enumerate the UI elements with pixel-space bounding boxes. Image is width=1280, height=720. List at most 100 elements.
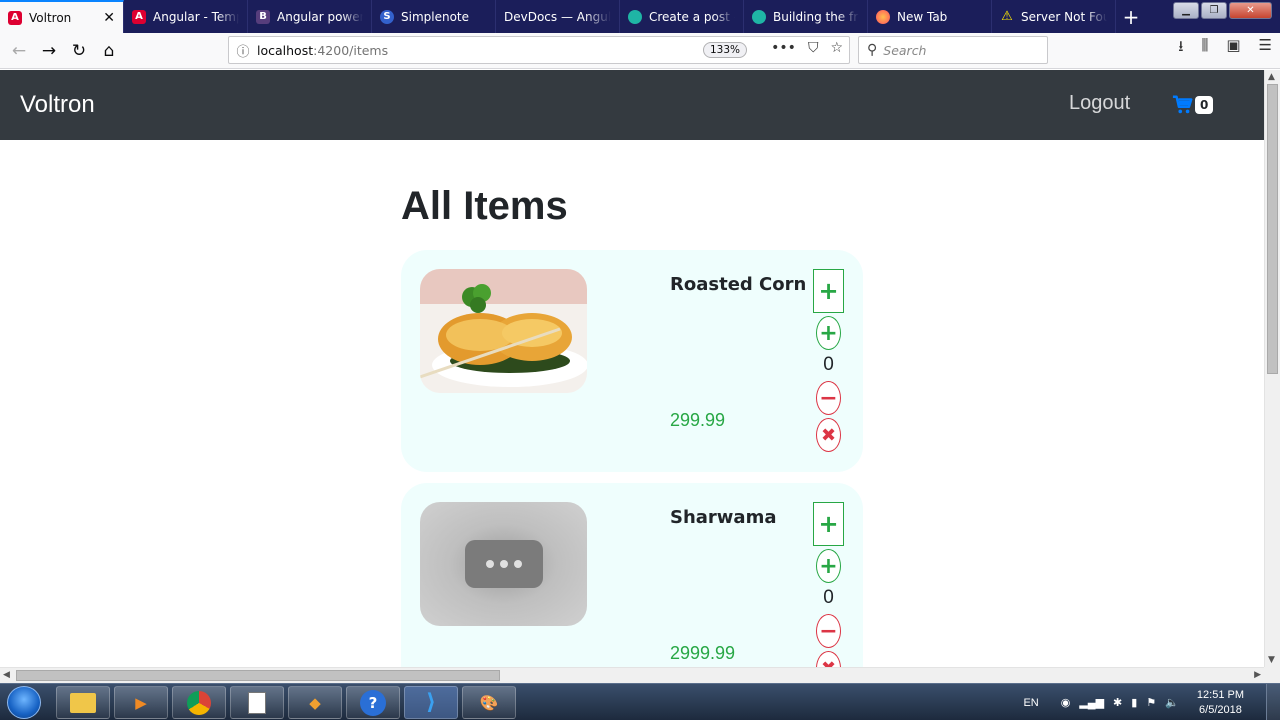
flag-icon[interactable]: ⚑ [1146,696,1156,709]
bookmark-star-icon[interactable]: ☆ [830,40,843,56]
tab-devdocs[interactable]: DevDocs — Angular [496,0,620,33]
git-taskbar-icon[interactable]: ◆ [288,686,342,719]
angular-icon: A [132,9,146,24]
brand-link[interactable]: Voltron [20,91,95,119]
horizontal-scroll-thumb[interactable] [16,670,500,681]
item-quantity: 0 [823,354,834,375]
start-button[interactable] [7,686,41,719]
scroll-down-arrow-icon[interactable]: ▼ [1268,655,1275,665]
decrement-button[interactable]: − [816,381,841,415]
tab-new-tab[interactable]: New Tab [868,0,992,33]
browser-tab-strip: A Voltron ✕ A Angular - Templ B Angular … [0,0,1280,33]
remove-item-button[interactable]: ✖ [816,418,841,452]
power-icon[interactable]: ▮ [1131,696,1137,709]
increment-button[interactable]: + [816,316,841,350]
system-tray: EN ◉ ▂▄▆ ✱ ▮ ⚑ 🔈 12:51 PM 6/5/2018 [1023,684,1280,720]
close-tab-icon[interactable]: ✕ [103,10,115,26]
paint-taskbar-icon[interactable]: 🎨 [462,686,516,719]
browser-navigation-bar: ← → ↻ ⌂ ⓘ localhost:4200/items 133% ••• … [0,33,1280,69]
scroll-right-arrow-icon[interactable]: ▶ [1254,670,1261,680]
tab-voltron[interactable]: A Voltron ✕ [0,0,124,33]
show-desktop-button[interactable] [1266,684,1280,720]
scroll-left-arrow-icon[interactable]: ◀ [3,670,10,680]
help-taskbar-icon[interactable]: ? [346,686,400,719]
item-quantity: 0 [823,587,834,608]
bluetooth-icon[interactable]: ✱ [1113,696,1122,709]
tab-angular-powered[interactable]: B Angular powerec [248,0,372,33]
media-player-taskbar-icon[interactable]: ▶ [114,686,168,719]
downloads-icon[interactable]: ⭳ [1178,36,1183,61]
item-title: Sharwama [670,507,777,528]
ghost-icon [628,9,642,24]
tab-create-post[interactable]: Create a post — [620,0,744,33]
vscode-taskbar-icon[interactable]: ⟩ [404,686,458,719]
tab-simplenote[interactable]: S Simplenote [372,0,496,33]
add-to-cart-button[interactable]: + [813,502,844,546]
item-image-roasted-corn [420,269,587,393]
maximize-button[interactable]: ❐ [1201,2,1227,19]
language-indicator[interactable]: EN [1023,697,1038,709]
url-path: :4200/items [313,42,389,58]
cart-icon [1172,95,1193,114]
vertical-scrollbar[interactable]: ▲ ▼ [1264,70,1280,667]
scroll-up-arrow-icon[interactable]: ▲ [1268,72,1275,82]
volume-icon[interactable]: 🔈 [1165,696,1179,709]
zoom-indicator[interactable]: 133% [702,42,747,58]
page-actions-icon[interactable]: ••• [771,40,796,56]
sidebar-icon[interactable]: ▣ [1226,36,1240,61]
simplenote-icon: S [380,9,394,24]
search-icon: ⚲ [867,42,878,58]
back-icon[interactable]: ← [4,36,34,66]
library-icon[interactable]: ⫼ [1201,36,1208,61]
windows-taskbar: ▶ ◆ ? ⟩ 🎨 EN ◉ ▂▄▆ ✱ ▮ ⚑ 🔈 12:51 PM 6/5/… [0,683,1280,720]
firefox-icon [876,9,890,24]
decrement-button[interactable]: − [816,614,841,648]
add-to-cart-button[interactable]: + [813,269,844,313]
item-price: 2999.99 [670,643,736,663]
clock[interactable]: 12:51 PM 6/5/2018 [1197,688,1244,718]
window-controls: ▁ ❐ ✕ [1173,2,1272,19]
notepad-taskbar-icon[interactable] [230,686,284,719]
clock-time: 12:51 PM [1196,688,1244,701]
search-placeholder: Search [883,42,927,58]
increment-button[interactable]: + [816,549,841,583]
signal-icon[interactable]: ▂▄▆ [1079,696,1104,709]
angular-icon: A [8,10,22,25]
loading-image-icon [464,540,543,588]
search-input[interactable]: ⚲ Search [858,36,1048,64]
page-title: All Items [401,184,568,228]
logout-link[interactable]: Logout [1069,92,1130,115]
pocket-icon[interactable]: ⛉ [808,40,819,56]
horizontal-scrollbar[interactable]: ◀ ▶ [0,667,1264,683]
cart-button[interactable]: 0 [1172,94,1214,116]
remove-item-button[interactable]: ✖ [816,651,841,667]
app-navbar: Voltron Logout 0 [0,70,1264,140]
clock-date: 6/5/2018 [1199,703,1242,716]
menu-icon[interactable]: ☰ [1259,36,1272,61]
close-window-button[interactable]: ✕ [1229,2,1272,19]
item-image-placeholder [420,502,587,626]
ghost-icon [752,9,766,24]
minimize-button[interactable]: ▁ [1173,2,1199,19]
forward-icon[interactable]: → [34,36,64,66]
cart-count-badge: 0 [1195,96,1214,114]
page-viewport: Voltron Logout 0 All Items Roasted Corn … [0,70,1264,667]
tab-server-not-found[interactable]: ⚠ Server Not Found [992,0,1116,33]
reload-icon[interactable]: ↻ [64,36,94,66]
site-info-icon[interactable]: ⓘ [229,41,257,60]
address-bar[interactable]: ⓘ localhost:4200/items 133% ••• ⛉ ☆ [228,36,850,64]
item-title: Roasted Corn [670,274,807,295]
new-tab-button[interactable]: + [1116,0,1146,33]
tab-angular-templates[interactable]: A Angular - Templ [124,0,248,33]
item-card: Sharwama 2999.99 + + 0 − ✖ [401,483,863,667]
network-icon[interactable]: ◉ [1061,696,1071,709]
url-host: localhost [257,42,314,58]
explorer-taskbar-icon[interactable] [56,686,110,719]
toolbar-right: ⭳ ⫼ ▣ ☰ [1178,36,1272,61]
bootstrap-icon: B [256,9,270,24]
chrome-taskbar-icon[interactable] [172,686,226,719]
warning-icon: ⚠ [1001,9,1013,24]
vertical-scroll-thumb[interactable] [1267,84,1278,374]
tab-building-frontend[interactable]: Building the fron [744,0,868,33]
home-icon[interactable]: ⌂ [94,36,124,66]
